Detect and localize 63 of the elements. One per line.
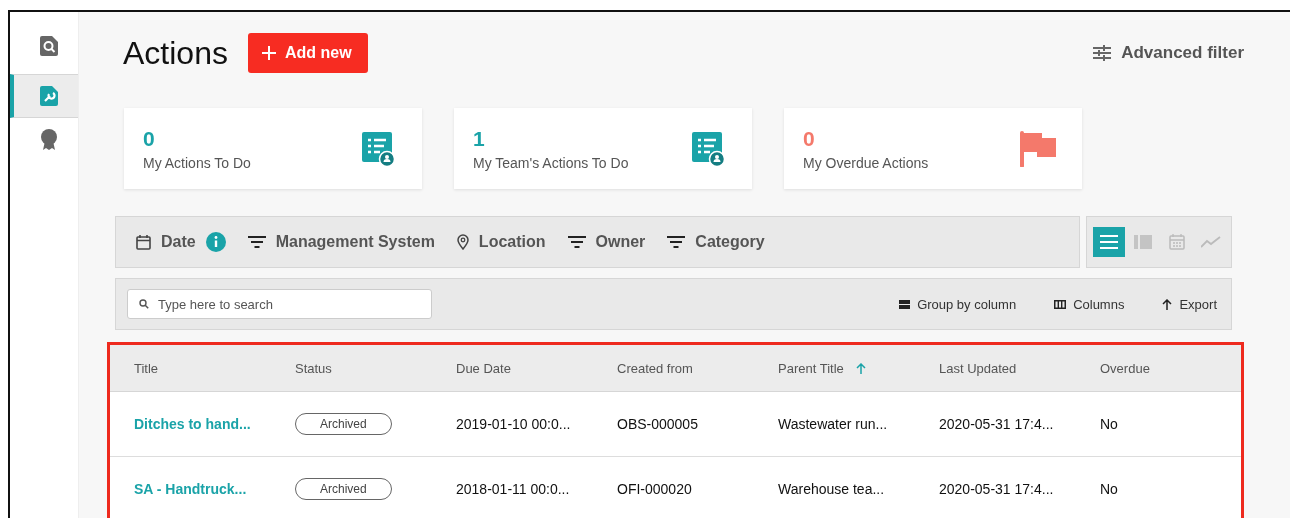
group-by-column-button[interactable]: Group by column bbox=[899, 296, 1017, 312]
flag-icon bbox=[1020, 130, 1056, 167]
document-search-icon bbox=[40, 36, 58, 56]
view-toggle[interactable] bbox=[1093, 227, 1125, 257]
export-button[interactable]: Export bbox=[1162, 296, 1217, 312]
column-header[interactable]: Created from bbox=[617, 360, 693, 376]
table-cell: Wastewater run... bbox=[778, 416, 888, 432]
filter-icon bbox=[667, 236, 686, 248]
calendar-icon bbox=[1169, 234, 1185, 250]
stat-card[interactable]: 1 My Team's Actions To Do bbox=[454, 108, 752, 189]
stat-card[interactable]: 0 My Actions To Do bbox=[124, 108, 422, 189]
sidebar-item[interactable] bbox=[10, 74, 78, 118]
search-field[interactable]: Type here to search bbox=[127, 289, 432, 319]
award-ribbon-icon bbox=[40, 129, 58, 151]
table-cell: Warehouse tea... bbox=[778, 481, 885, 497]
table-cell: 2020-05-31 17:4... bbox=[939, 481, 1054, 497]
column-header[interactable]: Title bbox=[134, 360, 159, 376]
page-title: Actions bbox=[123, 34, 228, 72]
stat-count: 0 bbox=[803, 126, 816, 151]
filter-icon bbox=[567, 236, 586, 248]
column-header[interactable]: Status bbox=[295, 360, 332, 376]
info-icon bbox=[205, 232, 226, 252]
filter-button[interactable]: Category bbox=[667, 229, 771, 255]
add-new-button[interactable]: Add new bbox=[247, 33, 368, 73]
column-header[interactable]: Due Date bbox=[456, 360, 511, 376]
sort-arrow-icon bbox=[855, 362, 866, 374]
column-header[interactable]: Parent Title bbox=[778, 360, 866, 376]
stat-count: 0 bbox=[143, 126, 156, 151]
stat-label: My Actions To Do bbox=[143, 154, 251, 171]
line-chart-icon bbox=[1201, 236, 1221, 248]
columns-button[interactable]: Columns bbox=[1054, 296, 1125, 312]
list-icon bbox=[1100, 235, 1118, 249]
column-header[interactable]: Last Updated bbox=[939, 360, 1017, 376]
column-header[interactable]: Overdue bbox=[1100, 360, 1150, 376]
stat-card[interactable]: 0 My Overdue Actions bbox=[784, 108, 1082, 189]
table-cell: 2018-01-11 00:0... bbox=[456, 481, 570, 497]
advanced-filter-button[interactable]: Advanced filter bbox=[1087, 42, 1250, 64]
filter-button[interactable]: Owner bbox=[567, 229, 652, 255]
arrow-up-icon bbox=[1162, 298, 1173, 310]
location-pin-icon bbox=[456, 234, 469, 250]
checklist-user-icon bbox=[362, 131, 396, 166]
filter-button[interactable]: Management System bbox=[247, 229, 441, 255]
columns-icon bbox=[1054, 299, 1067, 309]
calendar-icon bbox=[136, 234, 151, 250]
board-icon bbox=[1134, 235, 1152, 249]
filter-icon bbox=[247, 236, 266, 248]
rows-icon bbox=[899, 299, 911, 309]
stat-label: My Team's Actions To Do bbox=[473, 154, 629, 171]
table-cell: OFI-000020 bbox=[617, 481, 692, 497]
plus-icon bbox=[261, 46, 276, 60]
stat-label: My Overdue Actions bbox=[803, 154, 929, 171]
table-cell: No bbox=[1100, 416, 1118, 432]
filter-button[interactable]: Location bbox=[456, 229, 552, 255]
filter-button[interactable]: Date bbox=[136, 228, 232, 256]
checklist-user-icon bbox=[692, 131, 726, 166]
stat-count: 1 bbox=[473, 126, 486, 151]
sliders-icon bbox=[1093, 45, 1112, 61]
table-cell: 2020-05-31 17:4... bbox=[939, 416, 1054, 432]
table-cell: No bbox=[1100, 481, 1118, 497]
table-cell: 2019-01-10 00:0... bbox=[456, 416, 571, 432]
document-wrench-icon bbox=[40, 86, 58, 106]
search-icon bbox=[139, 299, 149, 309]
table-cell: OBS-000005 bbox=[617, 416, 698, 432]
